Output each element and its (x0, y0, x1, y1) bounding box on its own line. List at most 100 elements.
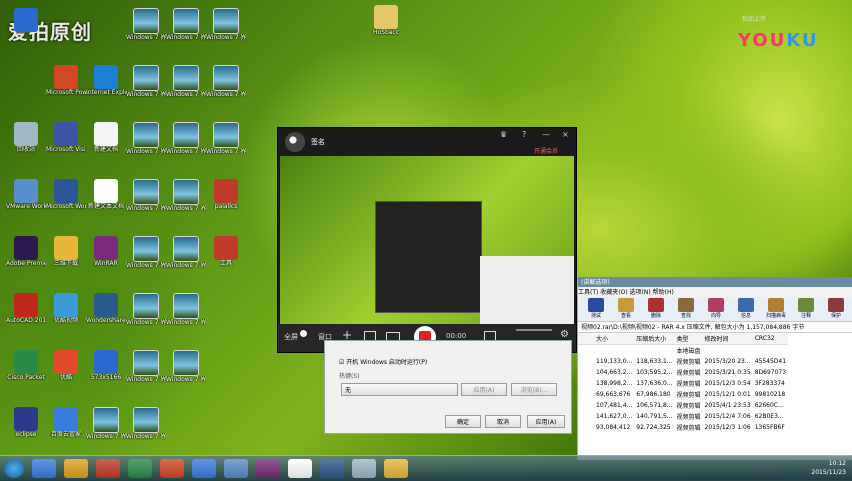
desktop-icon[interactable]: Windows 7 界面主题壁纸 (166, 236, 206, 276)
rar-toolbar-button[interactable]: 保护 (822, 297, 850, 319)
column-header[interactable]: 大小 (594, 333, 635, 345)
desktop-icon[interactable]: 三维下载 (46, 236, 86, 276)
recorder-title-bar[interactable]: 签名 ♛ ? — × 开通会员 (278, 128, 576, 156)
desktop-icon[interactable]: Windows 7 界面主题壁纸 (126, 65, 166, 105)
taskbar-app-button[interactable] (352, 459, 376, 478)
system-tray-clock[interactable]: 10:12 2015/11/23 (811, 459, 846, 477)
taskbar-app-button[interactable] (128, 459, 152, 478)
avatar[interactable] (285, 132, 305, 152)
desktop-icon[interactable]: Windows 7 界面主题壁纸 (126, 407, 166, 447)
table-row[interactable]: 141,627,0... 140,791,5... 视频剪辑 2015/12/4 7:… (578, 411, 788, 422)
column-header[interactable]: 修改时间 (702, 333, 753, 345)
taskbar-app-button[interactable] (288, 459, 312, 478)
desktop-icon[interactable]: Windows 7 界面主题壁纸 (126, 350, 166, 390)
taskbar-app-button[interactable] (256, 459, 280, 478)
desktop-icon[interactable]: Windows 7 界面主题壁纸 (86, 407, 126, 447)
desktop-icon[interactable]: 新建文本文档 (86, 179, 126, 219)
table-row[interactable]: 138,998,2... 137,636,0... 视频剪辑 2015/12/3 0:… (578, 378, 788, 389)
desktop-icon[interactable]: Windows 7 界面主题壁纸 (166, 8, 206, 48)
desktop-icon[interactable]: 573x5166 (86, 350, 126, 390)
desktop-icon[interactable] (6, 8, 46, 48)
desktop-icon[interactable]: eclipse (6, 407, 46, 447)
crown-icon[interactable]: ♛ (500, 130, 507, 139)
upgrade-link[interactable]: 开通会员 (534, 146, 558, 155)
rar-menu[interactable]: 工具(T) 收藏夹(O) 选项(N) 帮助(H) (578, 287, 852, 297)
cancel-button[interactable]: 取消 (485, 415, 521, 428)
desktop-icon[interactable]: Cisco Packet (6, 350, 46, 390)
apply-hotkey-button[interactable]: 应用(A) (461, 383, 507, 396)
table-row[interactable]: 93,084,412 92,724,325 视频剪辑 2015/12/3 1:06 13… (578, 422, 788, 433)
desktop-icon[interactable]: Windows 7 界面主题壁纸 (166, 293, 206, 333)
taskbar-app-button[interactable] (224, 459, 248, 478)
desktop-icon[interactable]: Windows 7 界面主题壁纸 (166, 122, 206, 162)
taskbar-app-button[interactable] (192, 459, 216, 478)
desktop-icon[interactable]: Windows 7 界面主题壁纸 (206, 65, 246, 105)
desktop-icon[interactable]: 百度云管家 (46, 407, 86, 447)
browse-button[interactable]: 浏览(B)... (511, 383, 557, 396)
autostart-checkbox[interactable]: ☑ 开机 Windows 启动时运行(P) (339, 357, 427, 366)
rar-toolbar-button[interactable]: 信息 (732, 297, 760, 319)
minimize-button[interactable]: — (542, 130, 550, 139)
taskbar-app-button[interactable] (64, 459, 88, 478)
desktop-icon[interactable]: 新建文档 (86, 122, 126, 162)
start-button[interactable] (4, 459, 24, 478)
rar-toolbar-button[interactable]: 删除 (642, 297, 670, 319)
desktop-icon[interactable]: Windows 7 界面主题壁纸 (206, 8, 246, 48)
radio-icon[interactable] (300, 330, 307, 337)
desktop-icon[interactable]: Windows 7 界面主题壁纸 (126, 236, 166, 276)
table-row[interactable]: 104,663,2... 103,595,2... 视频剪辑 2015/3/21 0:… (578, 367, 788, 378)
desktop-icon[interactable]: Internet Explorer (86, 65, 126, 105)
table-row[interactable]: 本地磁盘 (578, 345, 788, 357)
column-header[interactable]: 压缩后大小 (634, 333, 675, 345)
table-row[interactable]: 119,133,0... 118,633,1... 视频剪辑 2015/3/20 23… (578, 356, 788, 367)
taskbar-app-button[interactable] (384, 459, 408, 478)
desktop-icon[interactable]: Windows 7 界面主题壁纸 (126, 8, 166, 48)
desktop-icon-folder[interactable]: HoSbacc (366, 5, 406, 45)
desktop-icon[interactable]: Windows 7 界面主题壁纸 (126, 293, 166, 333)
desktop-icon[interactable]: 回收站 (6, 122, 46, 162)
volume-slider[interactable] (516, 329, 552, 331)
desktop-icon[interactable]: paiallcs (206, 179, 246, 219)
rar-toolbar-button[interactable]: 查看 (612, 297, 640, 319)
column-header[interactable]: 类型 (674, 333, 703, 345)
close-button[interactable]: × (562, 130, 569, 139)
taskbar-app-button[interactable] (32, 459, 56, 478)
apply-button[interactable]: 应用(A) (527, 415, 565, 428)
desktop-icon[interactable]: WinRAR (86, 236, 126, 276)
taskbar-app-button[interactable] (320, 459, 344, 478)
desktop-icon-label: 工具 (219, 260, 232, 267)
desktop-icon[interactable]: VMware Workstation (6, 179, 46, 219)
desktop-icon[interactable]: Microsoft Visio 2010 (46, 122, 86, 162)
taskbar-app-button[interactable] (96, 459, 120, 478)
desktop-icon[interactable]: Microsoft Word 2010 (46, 179, 86, 219)
desktop-icon[interactable]: Windows 7 界面主题壁纸 (166, 179, 206, 219)
desktop-icon[interactable]: Windows 7 界面主题壁纸 (126, 179, 166, 219)
taskbar-app-button[interactable] (160, 459, 184, 478)
desktop-icon[interactable]: Windows 7 界面主题壁纸 (206, 122, 246, 162)
rar-toolbar-button[interactable]: 测试 (582, 297, 610, 319)
desktop-icon[interactable]: Windows 7 界面主题壁纸 (166, 350, 206, 390)
desktop-icon[interactable]: 工具 (206, 236, 246, 276)
fullscreen-mode[interactable]: 全屏 (284, 332, 298, 342)
ok-button[interactable]: 确定 (445, 415, 481, 428)
desktop-icon[interactable]: Adobe Premiere (6, 236, 46, 276)
desktop-icon[interactable]: Windows 7 界面主题壁纸 (166, 65, 206, 105)
desktop-icon[interactable]: Windows 7 界面主题壁纸 (126, 122, 166, 162)
rar-toolbar-button[interactable]: 向导 (702, 297, 730, 319)
rar-toolbar-button[interactable]: 查找 (672, 297, 700, 319)
desktop-icon[interactable]: Wondershare Video Editor (86, 293, 126, 333)
help-button[interactable]: ? (522, 130, 526, 139)
desktop-icon[interactable]: Microsoft PowerPoint (46, 65, 86, 105)
table-row[interactable]: 69,663,676 67,986,180 视频剪辑 2015/12/1 0:01 99… (578, 389, 788, 400)
hotkey-select[interactable]: 无 (341, 383, 458, 396)
desktop-icon[interactable]: 优酷视频 (46, 293, 86, 333)
desktop-icon[interactable]: 优酷 (46, 350, 86, 390)
desktop-icon-label: paiallcs (214, 203, 238, 210)
rar-toolbar-button[interactable]: 扫描病毒 (762, 297, 790, 319)
column-header[interactable]: CRC32 (752, 333, 789, 345)
rar-toolbar-button[interactable]: 注释 (792, 297, 820, 319)
screen-recorder-window[interactable]: 签名 ♛ ? — × 开通会员 全屏 窗口 + 00:00 ⚙ (277, 127, 577, 353)
table-row[interactable]: 107,481,4... 106,571,8... 视频剪辑 2015/4/1 23:… (578, 400, 788, 411)
gear-icon[interactable]: ⚙ (560, 329, 569, 340)
desktop-icon[interactable]: AutoCAD 2010 (6, 293, 46, 333)
